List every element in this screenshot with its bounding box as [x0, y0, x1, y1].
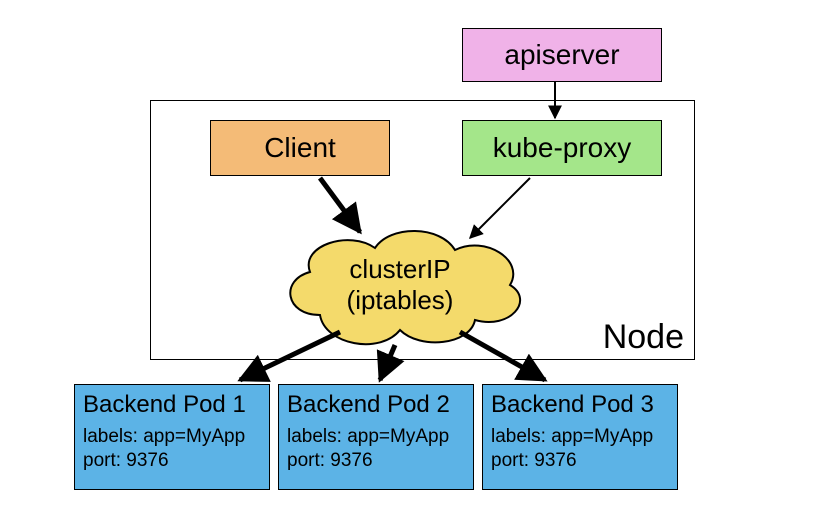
clusterip-label-2: (iptables) — [347, 285, 454, 316]
kubeproxy-label: kube-proxy — [493, 132, 632, 164]
apiserver-box: apiserver — [462, 28, 662, 82]
clusterip-label-1: clusterIP — [349, 254, 450, 285]
apiserver-label: apiserver — [504, 39, 619, 71]
client-box: Client — [210, 120, 390, 176]
node-label: Node — [603, 318, 684, 357]
kubeproxy-box: kube-proxy — [462, 120, 662, 176]
backend-pod-2: Backend Pod 2 labels: app=MyApp port: 93… — [278, 384, 474, 490]
diagram-stage: Node apiserver Client kube-proxy cluster… — [0, 0, 813, 524]
backend-pod-3: Backend Pod 3 labels: app=MyApp port: 93… — [482, 384, 678, 490]
pod-labels: labels: app=MyApp — [287, 425, 465, 449]
pod-port: port: 9376 — [287, 449, 465, 473]
pod-title: Backend Pod 2 — [287, 391, 465, 419]
pod-title: Backend Pod 1 — [83, 391, 261, 419]
pod-port: port: 9376 — [491, 449, 669, 473]
clusterip-cloud: clusterIP (iptables) — [270, 220, 530, 350]
pod-title: Backend Pod 3 — [491, 391, 669, 419]
client-label: Client — [264, 132, 336, 164]
pod-labels: labels: app=MyApp — [491, 425, 669, 449]
backend-pod-1: Backend Pod 1 labels: app=MyApp port: 93… — [74, 384, 270, 490]
pod-labels: labels: app=MyApp — [83, 425, 261, 449]
pod-port: port: 9376 — [83, 449, 261, 473]
